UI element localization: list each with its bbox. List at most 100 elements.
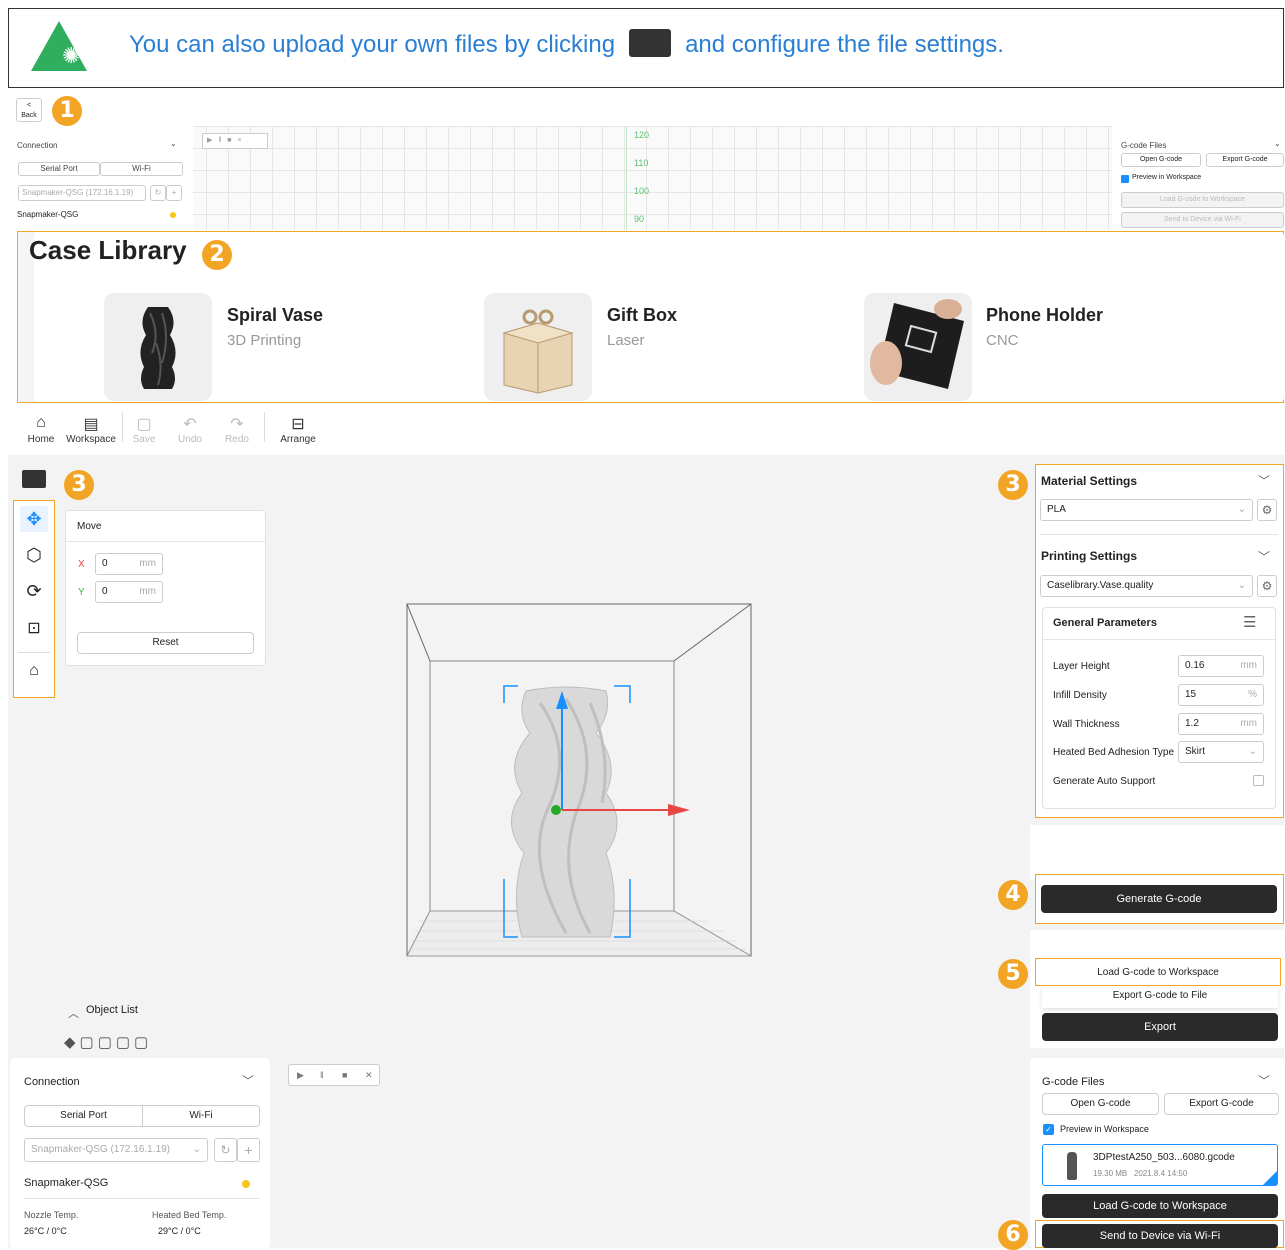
move-tool-icon[interactable]: ✥ [20,506,48,532]
top-export-gcode-button[interactable]: Export G-code [1206,153,1284,167]
top-gcode-title: G-code Files [1121,141,1167,150]
home-button[interactable]: ⌂ Home [26,414,56,445]
stop-icon[interactable]: ■ [342,1065,347,1085]
top-strip: Connection ⌄ Serial Port Wi-Fi Snapmaker… [8,126,1284,230]
unit-label: % [1248,689,1257,700]
lightbulb-icon: ✺ [62,43,81,68]
y-position-input[interactable]: 0 mm [95,581,163,603]
device-select[interactable]: Snapmaker-QSG (172.16.1.19) ⌄ [24,1138,208,1162]
select-chevron-icon: ⌄ [1248,746,1257,757]
undo-button[interactable]: ↶ Undo [175,414,205,445]
auto-support-checkbox[interactable] [1253,775,1264,786]
x-axis-label: X [78,559,85,570]
move-panel-title: Move [77,521,102,532]
view-cube-icons[interactable]: ◆▢▢▢▢ [64,1033,152,1051]
case-title-gift-box[interactable]: Gift Box [607,305,677,326]
infill-density-input[interactable]: 15% [1178,684,1264,706]
redo-icon: ↷ [230,416,244,433]
gcode-file-name: 3DPtestA250_503...6080.gcode [1093,1152,1235,1163]
tool-divider [18,652,50,653]
case-card-gift-box[interactable] [484,293,592,401]
send-to-device-wifi-button[interactable]: Send to Device via Wi-Fi [1042,1224,1278,1248]
arrange-button[interactable]: ⊟ Arrange [278,414,318,445]
checkbox-checked-icon[interactable] [1121,175,1129,183]
case-card-phone-holder[interactable] [864,293,972,401]
chevron-down-icon[interactable]: ⌄ [170,139,177,148]
layer-height-input[interactable]: 0.16 mm [1178,655,1264,677]
top-wifi-tab[interactable]: Wi-Fi [100,162,183,176]
case-card-spiral-vase[interactable] [104,293,212,401]
material-select[interactable]: PLA ⌄ [1040,499,1253,521]
scale-tool-icon[interactable]: ⬡ [20,542,48,568]
close-icon[interactable]: ✕ [365,1065,373,1085]
printing-gear-icon[interactable]: ⚙ [1257,575,1277,597]
rotate-tool-icon[interactable]: ⟳ [20,578,48,604]
top-serial-port-tab[interactable]: Serial Port [18,162,100,176]
workspace-button[interactable]: ▤ Workspace [64,414,118,445]
object-list-label[interactable]: Object List [86,1004,138,1016]
chevron-down-icon[interactable]: ﹀ [1258,472,1270,489]
wall-thickness-input[interactable]: 1.2 mm [1178,713,1264,735]
status-dot [242,1180,250,1188]
redo-button[interactable]: ↷ Redo [222,414,252,445]
case-title-spiral-vase[interactable]: Spiral Vase [227,305,323,326]
playback-controls[interactable]: ▶ ‖ ■ ✕ [288,1064,380,1086]
top-load-workspace-button[interactable]: Load G-code to Workspace [1121,192,1284,208]
printing-settings-title: Printing Settings [1041,549,1137,563]
load-gcode-to-workspace-button[interactable]: Load G-code to Workspace [1042,1194,1278,1218]
top-send-wifi-button[interactable]: Send to Device via Wi-Fi [1121,212,1284,228]
select-chevron-icon: ⌄ [1237,580,1246,591]
infill-density-value: 15 [1185,689,1197,700]
top-device-select[interactable]: Snapmaker-QSG (172.16.1.19) [18,185,146,201]
export-to-file-option[interactable]: Export G-code to File [1042,986,1278,1008]
menu-icon[interactable]: ☰ [1243,613,1256,631]
nozzle-temp-value: 26°C / 0°C [24,1226,67,1236]
export-button[interactable]: Export [1042,1013,1278,1041]
play-icon[interactable]: ▶ [297,1065,304,1085]
y-axis-label: Y [78,587,85,598]
print-volume-viewport[interactable] [406,603,752,957]
top-playback-controls[interactable]: ▶‖■× [202,133,268,149]
nozzle-temp-label: Nozzle Temp. [24,1210,79,1220]
generate-gcode-button[interactable]: Generate G-code [1041,885,1277,913]
support-tool-icon[interactable]: ⌂ [20,658,48,684]
gcode-file-item[interactable]: 3DPtestA250_503...6080.gcode 19.30 MB 20… [1042,1144,1278,1186]
load-to-workspace-option[interactable]: Load G-code to Workspace [1035,958,1281,986]
top-open-gcode-button[interactable]: Open G-code [1121,153,1201,167]
chevron-down-icon[interactable]: ﹀ [1258,548,1270,565]
bed-temp-label: Heated Bed Temp. [152,1210,227,1220]
x-position-input[interactable]: 0 mm [95,553,163,575]
export-gcode-button[interactable]: Export G-code [1164,1093,1279,1115]
arrange-label: Arrange [280,434,316,445]
chevron-down-icon[interactable]: ⌄ [1274,139,1281,148]
plus-icon[interactable]: + [166,185,182,201]
open-gcode-button[interactable]: Open G-code [1042,1093,1159,1115]
adhesion-type-select[interactable]: Skirt ⌄ [1178,741,1264,763]
open-file-folder-icon[interactable] [22,470,46,488]
checkbox-checked-icon[interactable]: ✓ [1043,1124,1054,1135]
gcode-files-title: G-code Files [1042,1076,1105,1088]
case-title-phone-holder[interactable]: Phone Holder [986,305,1103,326]
wifi-tab[interactable]: Wi-Fi [142,1105,260,1127]
serial-port-tab[interactable]: Serial Port [24,1105,143,1127]
case-subtitle: Laser [607,332,645,349]
step-badge-3-right: 3 [998,470,1028,500]
reset-button[interactable]: Reset [77,632,254,654]
chevron-down-icon[interactable]: ﹀ [1258,1072,1270,1089]
mirror-tool-icon[interactable]: ⊡ [20,616,48,642]
chevron-down-icon[interactable]: ﹀ [242,1072,254,1089]
bed-temp-value: 29°C / 0°C [158,1226,201,1236]
plus-icon[interactable]: + [237,1138,260,1162]
save-button[interactable]: ▢ Save [130,414,158,445]
material-gear-icon[interactable]: ⚙ [1257,499,1277,521]
back-button[interactable]: < Back [16,98,42,122]
pause-icon[interactable]: ‖ [320,1065,324,1085]
gcode-file-meta: 19.30 MB 2021.8.4 14:50 [1093,1169,1188,1178]
infill-density-label: Infill Density [1053,690,1107,701]
wall-thickness-label: Wall Thickness [1053,719,1120,730]
printing-profile-select[interactable]: Caselibrary.Vase.quality ⌄ [1040,575,1253,597]
device-name: Snapmaker-QSG [24,1177,109,1189]
refresh-icon[interactable]: ↻ [214,1138,237,1162]
chevron-up-icon[interactable]: ︿ [68,1005,79,1021]
refresh-icon[interactable]: ↻ [150,185,166,201]
